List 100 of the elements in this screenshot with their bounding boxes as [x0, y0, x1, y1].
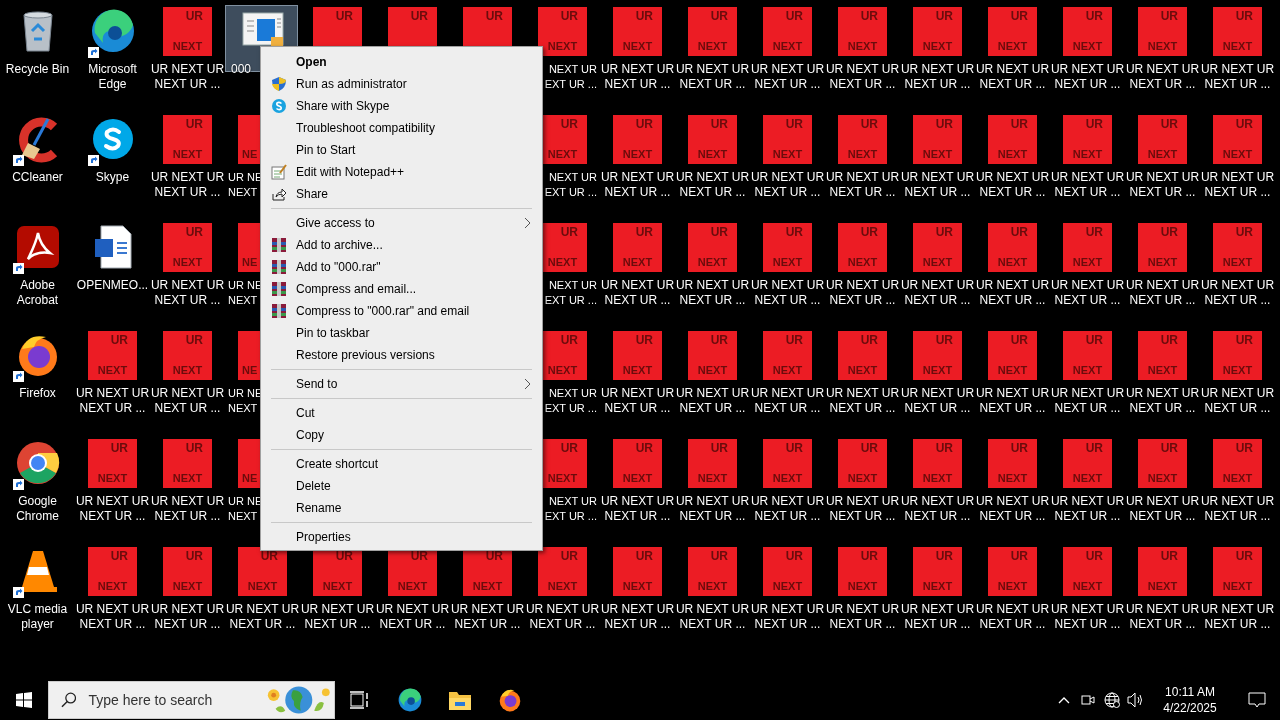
tile-icon[interactable]: UR NEXT — [763, 7, 812, 56]
tile-icon[interactable]: UR NEXT — [1138, 331, 1187, 380]
tile-icon[interactable]: UR NEXT — [163, 7, 212, 56]
tile-icon[interactable]: UR NEXT — [838, 439, 887, 488]
icon-label: UR NEXT UR NEXT UR ... — [1200, 278, 1275, 308]
tile-icon[interactable]: UR NEXT — [763, 115, 812, 164]
tile-icon[interactable]: UR NEXT — [1063, 115, 1112, 164]
tile-icon[interactable]: UR NEXT — [1138, 115, 1187, 164]
tile-icon[interactable]: UR NEXT — [988, 7, 1037, 56]
tile-icon[interactable]: UR NEXT — [688, 331, 737, 380]
tile-icon[interactable]: UR NEXT — [613, 223, 662, 272]
icon-label: UR NEXT UR NEXT UR ... — [675, 386, 750, 416]
tile-icon[interactable]: UR NEXT — [1213, 223, 1262, 272]
tile-icon[interactable]: UR NEXT — [913, 223, 962, 272]
tile-icon[interactable]: UR NEXT — [913, 331, 962, 380]
tile-icon[interactable]: UR NEXT — [988, 223, 1037, 272]
tile-icon[interactable]: UR NEXT — [988, 115, 1037, 164]
tile-text: NEXT — [172, 580, 203, 593]
clock[interactable]: 10:11 AM 4/22/2025 — [1154, 684, 1226, 716]
tile-text: UR — [635, 442, 653, 455]
tile-icon[interactable]: UR NEXT — [613, 331, 662, 380]
tile-icon[interactable]: UR NEXT — [913, 7, 962, 56]
tile-text: NEXT — [97, 472, 128, 485]
menu-item[interactable]: Compress to "000.rar" and email — [261, 300, 542, 322]
menu-item[interactable]: Compress and email... — [261, 278, 542, 300]
tile-icon[interactable]: UR NEXT — [913, 547, 962, 596]
tile-icon[interactable]: UR NEXT — [1213, 115, 1262, 164]
tile-icon[interactable]: UR NEXT — [688, 115, 737, 164]
tile-text: NEXT — [997, 256, 1028, 269]
tile-icon[interactable]: UR NEXT — [1138, 439, 1187, 488]
tile-icon[interactable]: UR NEXT — [688, 547, 737, 596]
tile-icon[interactable]: UR NEXT — [913, 115, 962, 164]
tile-icon[interactable]: UR NEXT — [688, 7, 737, 56]
menu-item[interactable]: Share with Skype — [261, 95, 542, 117]
tile-icon[interactable]: UR NEXT — [163, 223, 212, 272]
tile-text: NEXT — [397, 580, 428, 593]
tile-icon[interactable]: UR NEXT — [988, 331, 1037, 380]
tile-icon[interactable]: UR NEXT — [1063, 331, 1112, 380]
tile-icon[interactable]: UR NEXT — [1063, 439, 1112, 488]
tile-icon[interactable]: UR NEXT — [163, 115, 212, 164]
tile-icon[interactable]: UR NEXT — [913, 439, 962, 488]
tile-icon[interactable]: UR NEXT — [763, 223, 812, 272]
tile-icon[interactable]: UR NEXT — [763, 331, 812, 380]
menu-item[interactable]: Edit with Notepad++ — [261, 161, 542, 183]
tile-icon[interactable]: UR NEXT — [1063, 547, 1112, 596]
tile-icon[interactable]: UR NEXT — [88, 331, 137, 380]
menu-item[interactable]: Properties — [261, 526, 542, 548]
menu-item[interactable]: Share — [261, 183, 542, 205]
tile-icon[interactable]: UR NEXT — [988, 547, 1037, 596]
icon-label: UR NEXT UR NEXT UR ... — [825, 62, 900, 92]
tile-icon[interactable]: UR NEXT — [988, 439, 1037, 488]
tile-icon[interactable]: UR NEXT — [1213, 547, 1262, 596]
tile-icon[interactable]: UR NEXT — [1138, 7, 1187, 56]
tile-text: UR — [1160, 118, 1178, 131]
tile-icon[interactable]: UR NEXT — [613, 439, 662, 488]
tile-icon[interactable]: UR NEXT — [1213, 439, 1262, 488]
icon-label: UR NEXT UR NEXT UR ... — [825, 278, 900, 308]
tile-icon[interactable]: UR NEXT — [763, 547, 812, 596]
tile-icon[interactable]: UR NEXT — [88, 547, 137, 596]
search-field[interactable]: Type here to search — [86, 691, 251, 709]
tile-icon[interactable]: UR NEXT — [613, 115, 662, 164]
tile-icon[interactable]: UR NEXT — [1213, 331, 1262, 380]
tile-icon[interactable]: UR NEXT — [613, 547, 662, 596]
tile-icon[interactable]: UR NEXT — [163, 547, 212, 596]
icon-label: UR NEXT UR NEXT UR ... — [900, 278, 975, 308]
tile-icon[interactable]: UR NEXT — [1138, 223, 1187, 272]
tile-icon[interactable]: UR NEXT — [88, 439, 137, 488]
tile-text: NEXT — [1072, 364, 1103, 377]
tile-icon[interactable]: UR NEXT — [838, 115, 887, 164]
icon-label: UR NEXT UR NEXT UR ... — [600, 494, 675, 524]
icon-label: UR NEXT UR NEXT UR ... — [825, 602, 900, 632]
icon-label: UR NEXT UR NEXT UR ... — [1050, 386, 1125, 416]
menu-item[interactable]: Cut — [261, 402, 542, 424]
tile-icon[interactable]: UR NEXT — [1213, 7, 1262, 56]
tile-text: UR — [1010, 118, 1028, 131]
tile-text: UR — [1085, 10, 1103, 23]
menu-item[interactable]: Rename — [261, 497, 542, 519]
tile-icon[interactable]: UR NEXT — [1138, 547, 1187, 596]
search-box[interactable]: Type here to search — [48, 681, 335, 719]
menu-item[interactable]: Run as administrator — [261, 73, 542, 95]
tile-icon[interactable]: UR NEXT — [538, 547, 587, 596]
tile-icon[interactable]: UR NEXT — [613, 7, 662, 56]
tile-icon[interactable]: UR NEXT — [838, 547, 887, 596]
tile-icon[interactable]: UR NEXT — [838, 7, 887, 56]
tile-icon[interactable]: UR NEXT — [838, 223, 887, 272]
tile-text: UR — [860, 550, 878, 563]
tile-text: NEXT — [847, 40, 878, 53]
tile-icon[interactable]: UR NEXT — [838, 331, 887, 380]
tile-icon[interactable]: UR NEXT — [163, 331, 212, 380]
tile-text: NEXT — [1147, 580, 1178, 593]
tile-text: NE — [242, 364, 258, 377]
tile-icon[interactable]: UR NEXT — [688, 223, 737, 272]
tile-icon[interactable]: UR NEXT — [163, 439, 212, 488]
tile-icon[interactable]: UR NEXT — [238, 547, 287, 596]
tile-icon[interactable]: UR NEXT — [1063, 223, 1112, 272]
tile-icon[interactable]: UR NEXT — [538, 7, 587, 56]
tile-icon[interactable]: UR NEXT — [1063, 7, 1112, 56]
icon-label: UR NEXT UR NEXT UR ... — [1125, 494, 1200, 524]
tile-icon[interactable]: UR NEXT — [688, 439, 737, 488]
tile-icon[interactable]: UR NEXT — [763, 439, 812, 488]
